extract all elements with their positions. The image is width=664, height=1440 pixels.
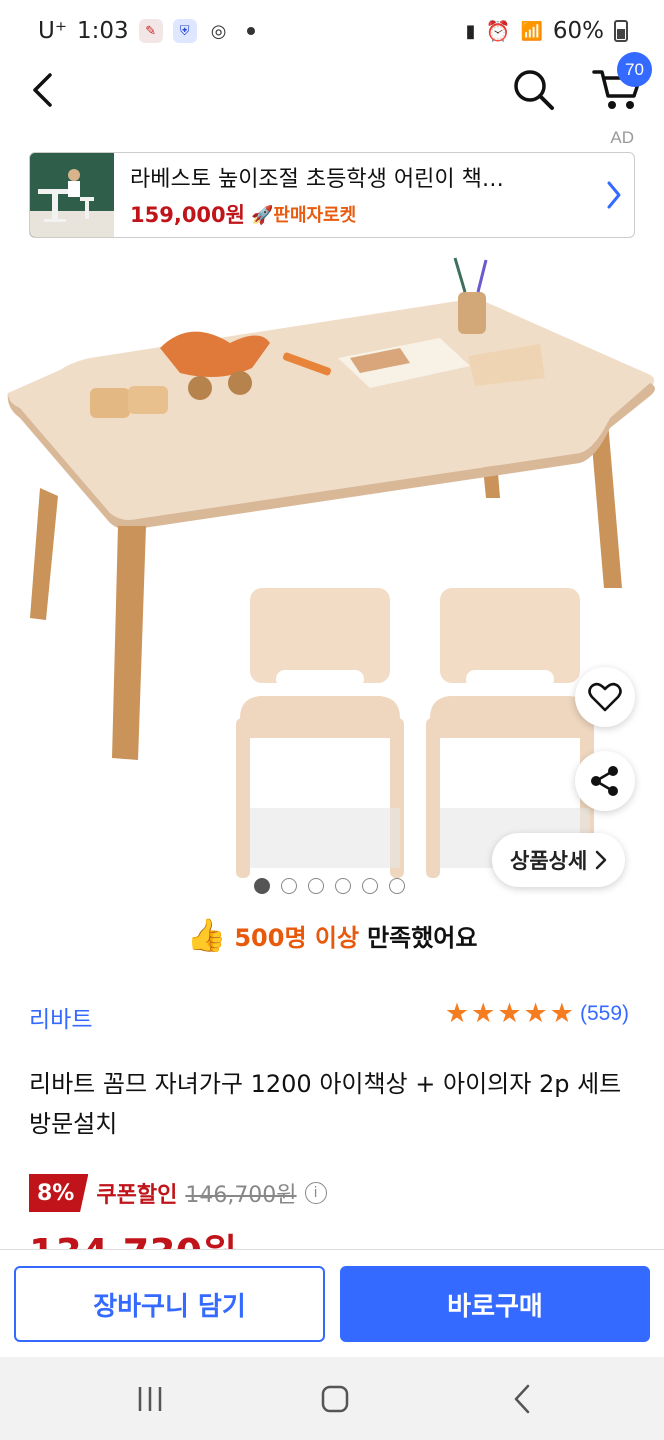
product-detail-button[interactable]: 상품상세	[492, 833, 626, 887]
discount-badge: 8%	[29, 1174, 89, 1212]
ad-banner[interactable]: 라베스토 높이조절 초등학생 어린이 책… 159,000원 🚀판매자로켓	[29, 152, 635, 238]
pagination-dot[interactable]	[335, 878, 351, 894]
shield-notification-icon: ⛨	[172, 19, 197, 43]
clock: 1:03	[76, 18, 129, 44]
system-navigation-bar	[0, 1357, 664, 1440]
satisfaction-banner: 👍 500명 이상 만족했어요	[0, 916, 664, 954]
ad-chevron	[594, 165, 634, 225]
recent-apps-icon	[138, 1387, 162, 1411]
system-back-button[interactable]	[492, 1377, 552, 1421]
ad-price: 159,000원	[130, 203, 245, 227]
original-price: 146,700원	[185, 1183, 297, 1208]
chevron-right-icon	[596, 850, 607, 870]
buy-now-button[interactable]: 바로구매	[340, 1266, 650, 1342]
battery-icon	[614, 20, 628, 42]
carrier-label: U⁺	[38, 18, 67, 44]
back-arrow-icon	[514, 1384, 530, 1414]
pagination-dot[interactable]	[254, 878, 270, 894]
app-notification-icon: ✎	[138, 19, 163, 43]
recent-apps-button[interactable]	[120, 1377, 180, 1421]
voicemail-icon: ◎	[210, 20, 227, 42]
home-button[interactable]	[305, 1377, 365, 1421]
product-title: 리바트 꼼므 자녀가구 1200 아이책상 + 아이의자 2p 세트 방문설치	[29, 1070, 622, 1138]
brand-link[interactable]: 리바트	[29, 1000, 92, 1034]
pagination-dot[interactable]	[281, 878, 297, 894]
rating[interactable]: ★ ★ ★ ★ ★ (559)	[445, 1000, 629, 1028]
coupon-label: 쿠폰할인	[96, 1183, 178, 1208]
cart-count-badge: 70	[617, 52, 652, 87]
star-icon: ★	[497, 998, 522, 1029]
ad-title: 라베스토 높이조절 초등학생 어린이 책…	[130, 167, 504, 192]
review-count: (559)	[579, 1002, 629, 1025]
product-detail-label: 상품상세	[510, 849, 588, 873]
wifi-icon: 📶	[520, 20, 543, 42]
search-button[interactable]	[508, 64, 560, 116]
coupon-price-row: 8% 쿠폰할인 146,700원 i	[29, 1174, 327, 1212]
favorite-button[interactable]	[575, 667, 635, 727]
add-to-cart-button[interactable]: 장바구니 담기	[14, 1266, 325, 1342]
star-icon: ★	[523, 998, 548, 1029]
heart-icon	[588, 682, 622, 712]
image-pagination	[254, 878, 405, 894]
pagination-dot[interactable]	[389, 878, 405, 894]
app-status-icon: ▮	[465, 20, 476, 42]
star-icon: ★	[471, 998, 496, 1029]
ad-label: AD	[610, 128, 634, 147]
status-bar: U⁺ 1:03 ✎ ⛨ ◎ ▮ ⏰ 📶 60%	[0, 0, 664, 62]
home-icon	[321, 1385, 349, 1413]
battery-percent: 60%	[552, 18, 604, 44]
info-icon[interactable]: i	[304, 1182, 327, 1204]
back-button[interactable]	[20, 66, 64, 114]
thumbs-up-icon: 👍	[186, 916, 227, 954]
satisfaction-suffix: 만족했어요	[367, 923, 478, 952]
bottom-action-bar: 장바구니 담기 바로구매	[0, 1249, 664, 1357]
share-icon	[591, 766, 618, 796]
chevron-right-icon	[607, 181, 621, 209]
ad-thumbnail	[30, 153, 114, 237]
product-image[interactable]	[0, 248, 664, 880]
alarm-icon: ⏰	[485, 19, 511, 43]
pagination-dot[interactable]	[362, 878, 378, 894]
more-notifications-icon	[246, 27, 255, 35]
pagination-dot[interactable]	[308, 878, 324, 894]
star-icon: ★	[549, 998, 574, 1029]
seller-rocket-badge: 🚀판매자로켓	[250, 205, 357, 226]
satisfaction-count: 500명 이상	[234, 923, 360, 952]
top-app-bar	[0, 62, 664, 126]
star-icon: ★	[444, 998, 470, 1029]
chevron-left-icon	[33, 73, 52, 107]
search-icon	[514, 70, 554, 110]
share-button[interactable]	[575, 751, 635, 811]
